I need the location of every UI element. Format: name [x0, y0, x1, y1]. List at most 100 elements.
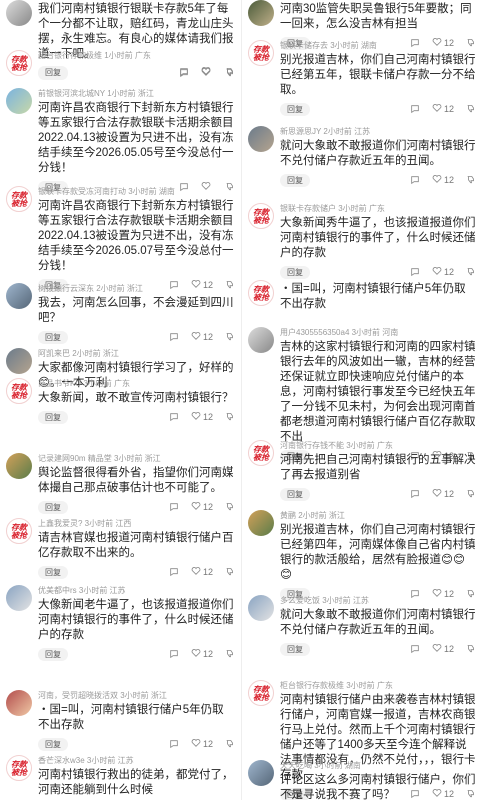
- comment-icon[interactable]: [169, 412, 179, 422]
- dislike-button[interactable]: [466, 643, 476, 655]
- comment-meta[interactable]: 银联卡储存去 3小时前 湖南: [280, 40, 476, 51]
- comment-meta[interactable]: 上鑫我爱灵? 3小时前 江西: [38, 518, 235, 529]
- reply-button[interactable]: 回复: [38, 65, 68, 79]
- avatar-stamp[interactable]: 存款 被抢: [6, 378, 32, 404]
- comment-meta[interactable]: 银联卡存款储户 3小时前 广东: [280, 203, 476, 214]
- avatar[interactable]: [6, 283, 32, 309]
- like-button[interactable]: 12: [191, 648, 213, 660]
- like-button[interactable]: 12: [432, 488, 454, 500]
- reply-button[interactable]: 回复: [38, 410, 68, 424]
- dislike-button[interactable]: [225, 738, 235, 750]
- avatar[interactable]: [6, 88, 32, 114]
- reply-button[interactable]: 回复: [38, 737, 68, 751]
- comment-icon[interactable]: [169, 332, 179, 342]
- comment-icon[interactable]: [410, 644, 420, 654]
- avatar[interactable]: [248, 0, 274, 26]
- reply-button[interactable]: 回复: [280, 642, 310, 656]
- dislike-button[interactable]: [466, 103, 476, 115]
- avatar-stamp[interactable]: 存款 被抢: [248, 680, 274, 706]
- comment-text: 吉林的这家村镇银行和河南的四家村镇银行去年的风波如出一辙，吉林的经营还保证就立即…: [280, 341, 476, 443]
- comment-meta[interactable]: 河南，受罚超晓拨活双 3小时前 浙江: [38, 690, 235, 701]
- like-button[interactable]: 12: [432, 103, 454, 115]
- reply-button[interactable]: 回复: [38, 565, 68, 579]
- avatar[interactable]: [6, 690, 32, 716]
- reply-button[interactable]: 回复: [38, 330, 68, 344]
- like-button[interactable]: 12: [191, 566, 213, 578]
- comment-icon[interactable]: [179, 67, 189, 77]
- reply-button[interactable]: 回复: [38, 647, 68, 661]
- avatar-stamp[interactable]: 存款 被抢: [6, 755, 32, 781]
- comment-meta[interactable]: 优美都中rs 3小时前 江苏: [38, 585, 235, 596]
- dislike-button[interactable]: [225, 501, 235, 513]
- comment-item: 记录建网90m 精品堂 3小时前 浙江 舆论监督很得看外省，指望你们河南媒体撮自己…: [6, 453, 235, 514]
- like-count: 12: [202, 332, 213, 342]
- reply-button[interactable]: 回复: [280, 487, 310, 501]
- avatar[interactable]: [6, 453, 32, 479]
- like-button[interactable]: 12: [432, 643, 454, 655]
- avatar[interactable]: [248, 510, 274, 536]
- avatar[interactable]: [248, 760, 274, 786]
- reply-button[interactable]: 回复: [280, 265, 310, 279]
- comment-body: 记录建网90m 精品堂 3小时前 浙江 舆论监督很得看外省，指望你们河南媒体撮自己…: [38, 453, 235, 514]
- comment-meta[interactable]: 树拨巅行云深东 2小时前 浙江: [38, 283, 235, 294]
- reply-button[interactable]: 回复: [38, 500, 68, 514]
- dislike-button[interactable]: [225, 411, 235, 423]
- dislike-button[interactable]: [225, 648, 235, 660]
- dislike-button[interactable]: [466, 266, 476, 278]
- comment-meta[interactable]: 银联卡存款受冻河南打动 3小时前 湖南: [38, 186, 235, 197]
- avatar[interactable]: [6, 348, 32, 374]
- comment-meta[interactable]: 前银银河滨北城NY 1小时前 浙江: [38, 88, 235, 99]
- comment-icon[interactable]: [169, 739, 179, 749]
- like-button[interactable]: 12: [191, 501, 213, 513]
- avatar[interactable]: [248, 126, 274, 152]
- avatar[interactable]: [6, 585, 32, 611]
- avatar-stamp[interactable]: 存款 被抢: [6, 50, 32, 76]
- like-button[interactable]: [201, 66, 213, 78]
- comment-meta[interactable]: 香芒深水w3e 3小时前 江苏: [38, 755, 235, 766]
- comment-icon[interactable]: [410, 175, 420, 185]
- comment-meta[interactable]: 用户4305556350a4 3小时前 河南: [280, 327, 476, 338]
- like-button[interactable]: 12: [191, 331, 213, 343]
- comment-meta[interactable]: 河南银行存钱不能 3小时前 广东: [280, 440, 476, 451]
- comment-meta[interactable]: 黄鹂 2小时前 浙江: [280, 510, 476, 521]
- comment-icon[interactable]: [410, 489, 420, 499]
- comment-meta[interactable]: 多么爱吃饭 3小时前 江苏: [280, 595, 476, 606]
- comment-meta[interactable]: 柜台银行存款极维 3小时前 广东: [280, 680, 476, 691]
- comment-meta[interactable]: 韶台银行存款极维 1小时前 广东: [38, 50, 235, 61]
- heart-icon: [191, 738, 201, 750]
- comment-icon[interactable]: [410, 267, 420, 277]
- thumbs-down-icon: [466, 266, 476, 278]
- comment-meta[interactable]: 天天吃喝 3小时前 湖南: [280, 760, 476, 771]
- reply-button[interactable]: 回复: [280, 173, 310, 187]
- avatar-stamp[interactable]: 存款 被抢: [248, 280, 274, 306]
- comment-meta[interactable]: 商品书爷KU 3小时前 广东: [38, 378, 235, 389]
- like-button[interactable]: 12: [191, 738, 213, 750]
- like-button[interactable]: 12: [432, 174, 454, 186]
- comment-meta[interactable]: 新思源思JY 2小时前 江苏: [280, 126, 476, 137]
- dislike-button[interactable]: [466, 174, 476, 186]
- avatar[interactable]: [248, 327, 274, 353]
- like-button[interactable]: 12: [432, 266, 454, 278]
- comment-meta[interactable]: 记录建网90m 精品堂 3小时前 浙江: [38, 453, 235, 464]
- avatar-stamp[interactable]: 存款 被抢: [6, 518, 32, 544]
- dislike-button[interactable]: [225, 566, 235, 578]
- dislike-button[interactable]: [225, 331, 235, 343]
- avatar-stamp[interactable]: 存款 被抢: [248, 203, 274, 229]
- avatar-stamp[interactable]: 存款 被抢: [6, 186, 32, 212]
- comment-item: 存款 被抢 韶台银行存款极维 1小时前 广东 回复: [6, 50, 235, 79]
- comment-text: 大象新闻秀牛逼了，也该报道报道你们河南村镇银行的事件了，什么时候还储户的存款: [280, 217, 476, 259]
- reply-button[interactable]: 回复: [280, 102, 310, 116]
- dislike-button[interactable]: [466, 488, 476, 500]
- dislike-button[interactable]: [225, 66, 235, 78]
- comment-icon[interactable]: [169, 567, 179, 577]
- comment-icon[interactable]: [169, 649, 179, 659]
- avatar[interactable]: [248, 595, 274, 621]
- avatar[interactable]: [6, 0, 32, 26]
- avatar-stamp[interactable]: 存款 被抢: [248, 40, 274, 66]
- comment-text: 就问大象敢不敢报道你们河南村镇银行不兑付储户存款近五年的丑闻。: [280, 609, 476, 636]
- comment-meta[interactable]: 阿凯来巴 2小时前 浙江: [38, 348, 235, 359]
- comment-icon[interactable]: [169, 502, 179, 512]
- like-button[interactable]: 12: [191, 411, 213, 423]
- avatar-stamp[interactable]: 存款 被抢: [248, 440, 274, 466]
- comment-icon[interactable]: [410, 104, 420, 114]
